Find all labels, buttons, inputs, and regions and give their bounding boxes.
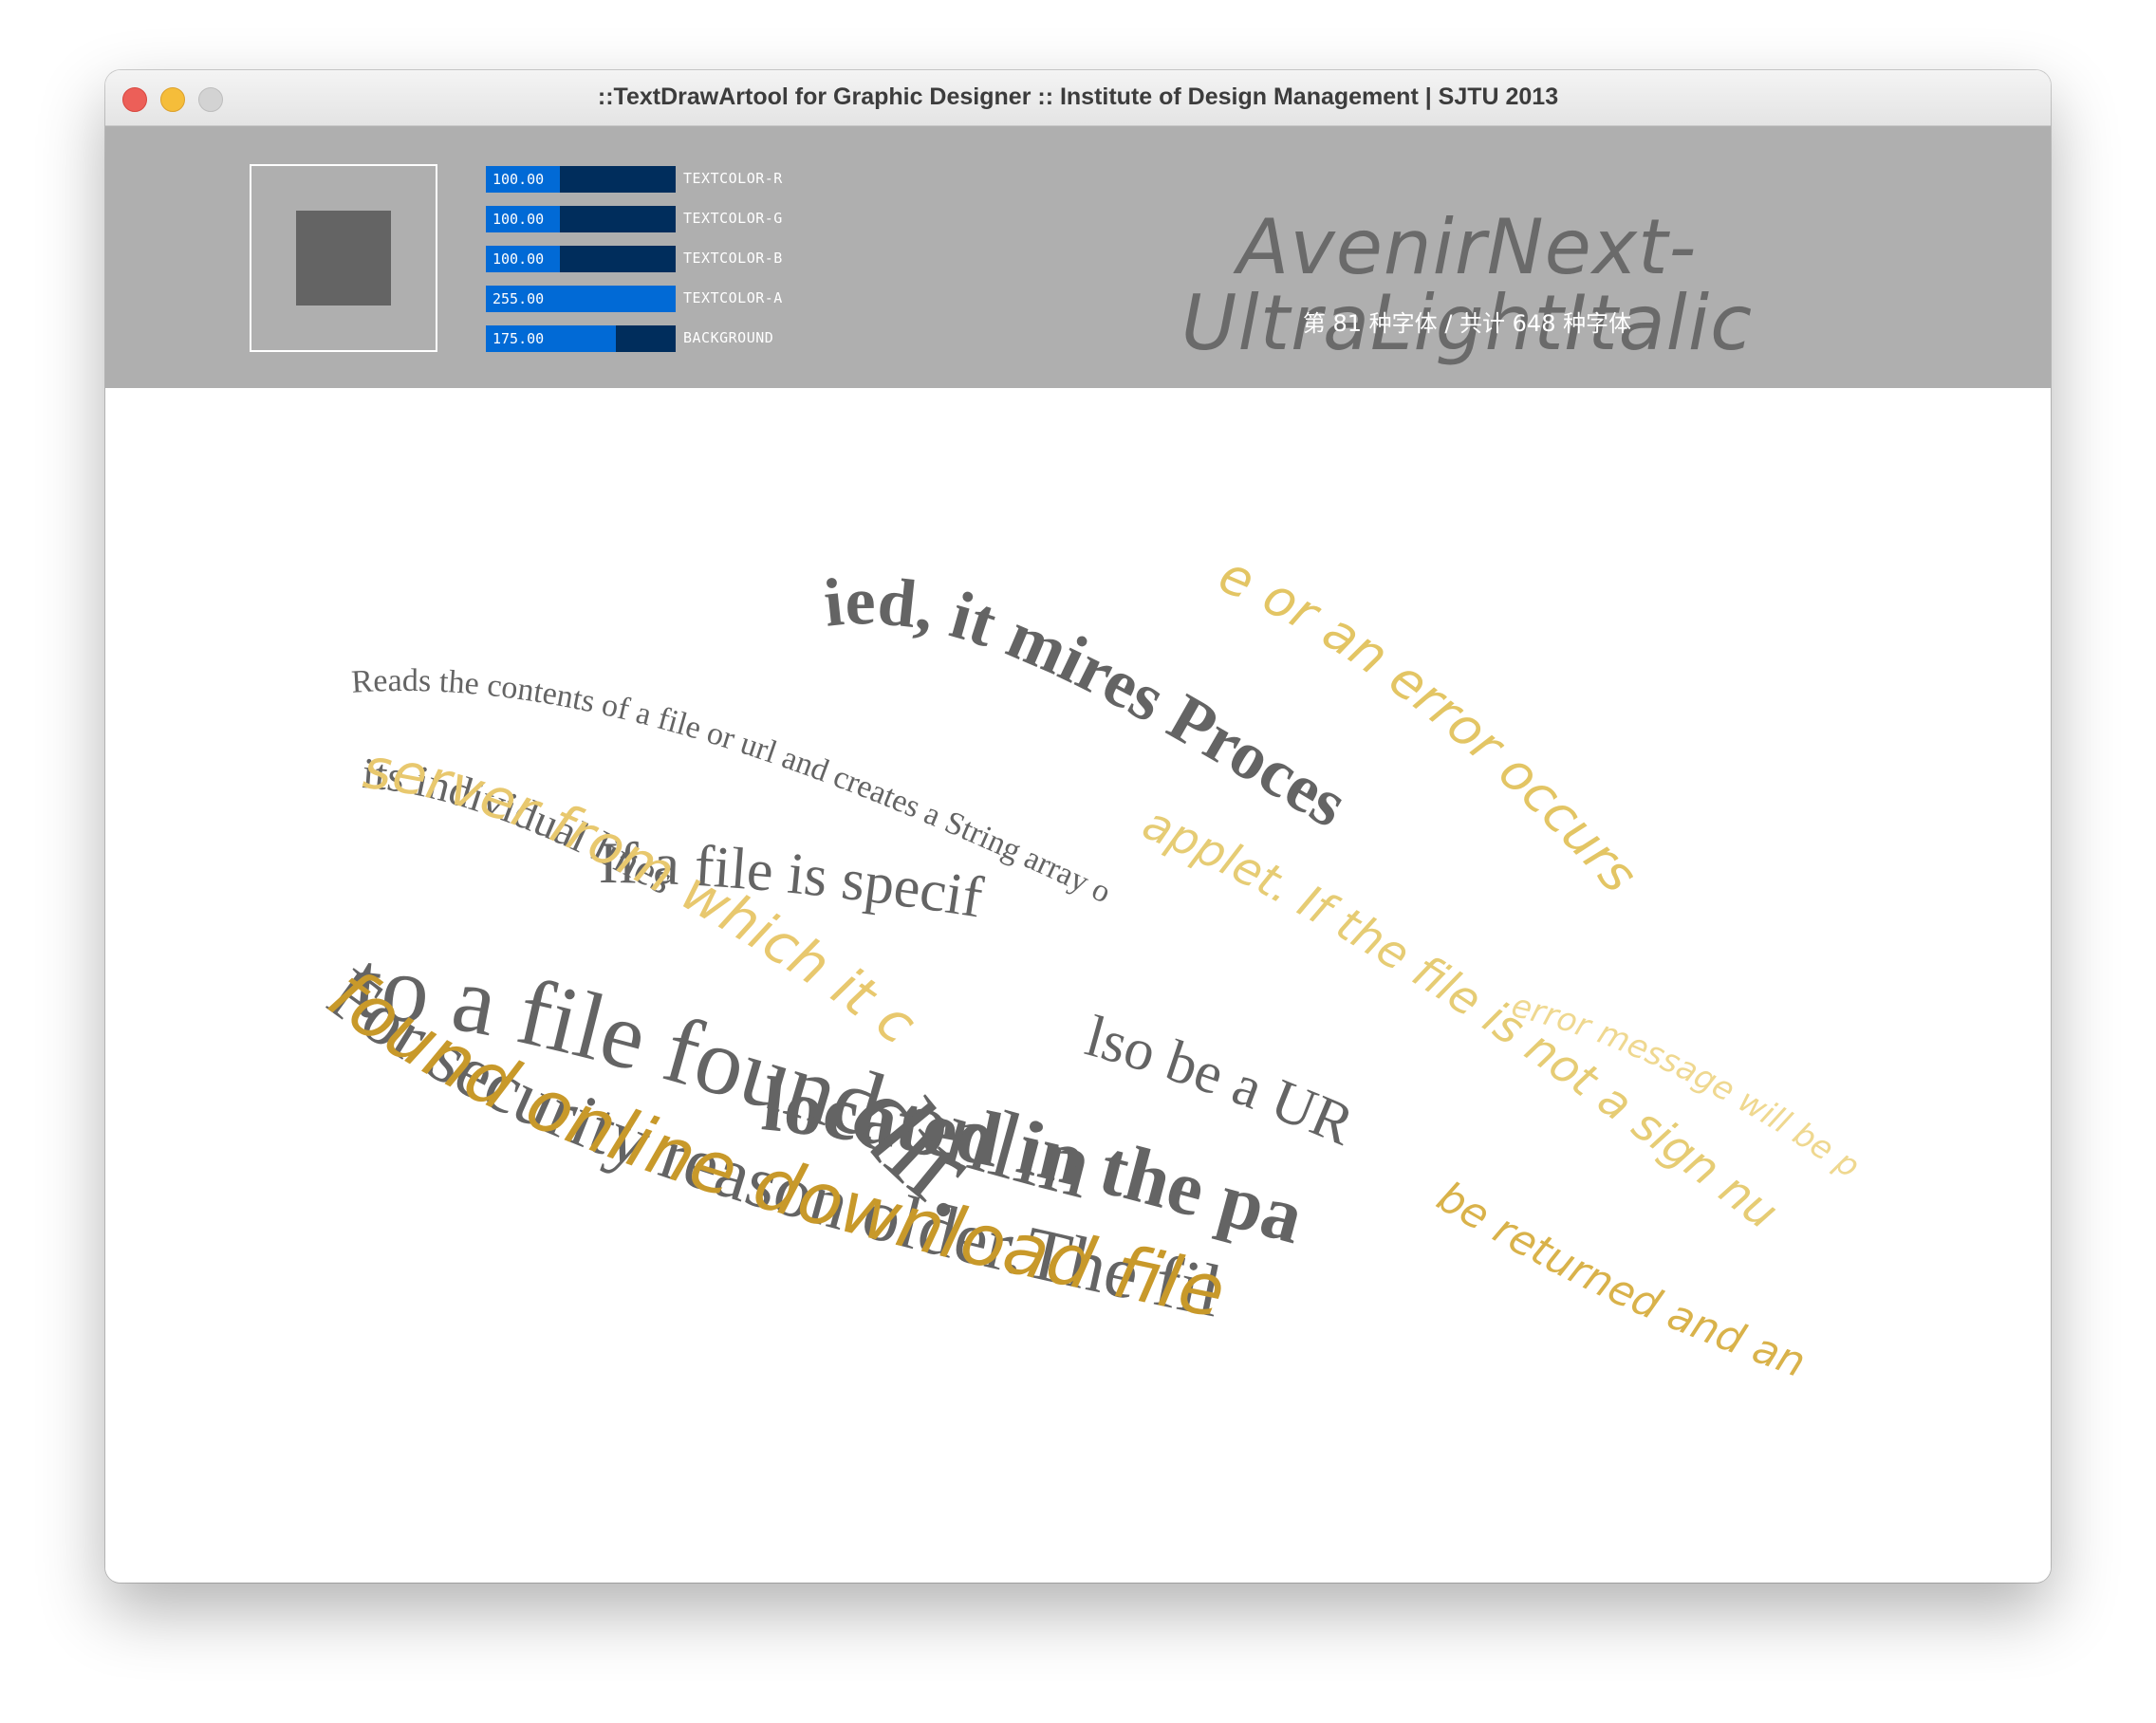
current-font-name: AvenirNext-UltraLightItalic — [1180, 203, 1754, 367]
slider-background[interactable]: 175.00 — [486, 325, 676, 352]
art-text: e or an error occurs — [1211, 545, 1649, 904]
slider-label: TEXTCOLOR-R — [683, 170, 783, 187]
slider-textcolor-b[interactable]: 100.00 — [486, 246, 676, 272]
slider-textcolor-g[interactable]: 100.00 — [486, 206, 676, 232]
slider-label: TEXTCOLOR-B — [683, 250, 783, 267]
slider-label: TEXTCOLOR-G — [683, 210, 783, 227]
slider-value: 255.00 — [493, 290, 545, 307]
text-color-swatch — [296, 211, 391, 306]
title-bar: ::TextDrawArtool for Graphic Designer ::… — [105, 70, 2051, 126]
slider-textcolor-r[interactable]: 100.00 — [486, 166, 676, 193]
slider-label: BACKGROUND — [683, 329, 774, 346]
slider-value: 100.00 — [493, 211, 545, 228]
font-counter: 第 81 种字体 / 共计 648 种字体 — [1302, 310, 1632, 337]
slider-label: TEXTCOLOR-A — [683, 289, 783, 306]
drawing-canvas[interactable]: Reads the contents of a file or url and … — [105, 389, 2051, 1583]
slider-value: 100.00 — [493, 250, 545, 268]
art-text: ied, it mires Processing — [105, 389, 1360, 842]
gold-text-layer: e or an error occurs applet. If the file… — [105, 389, 1867, 1387]
color-preview — [250, 164, 437, 352]
control-panel: 100.00 TEXTCOLOR-R 100.00 TEXTCOLOR-G 10… — [105, 126, 2051, 388]
text-art-svg: Reads the contents of a file or url and … — [105, 389, 1867, 1387]
slider-value: 100.00 — [493, 171, 545, 188]
slider-value: 175.00 — [493, 330, 545, 347]
app-window: ::TextDrawArtool for Graphic Designer ::… — [105, 70, 2051, 1583]
slider-textcolor-a[interactable]: 255.00 — [486, 286, 676, 312]
window-title: ::TextDrawArtool for Graphic Designer ::… — [597, 83, 1559, 110]
